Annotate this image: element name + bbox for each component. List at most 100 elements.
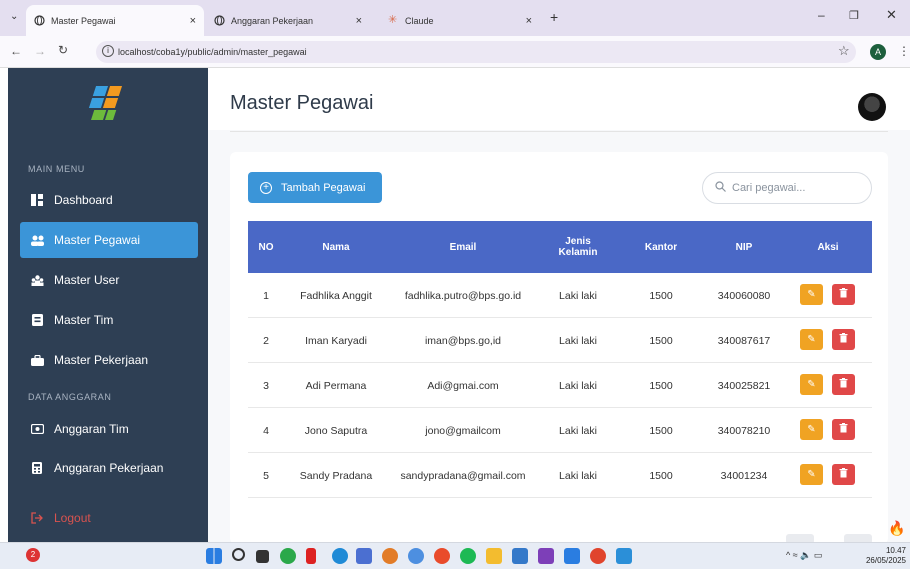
cell-kantor: 1500 <box>649 334 673 347</box>
sidebar-item-master-pegawai[interactable]: Master Pegawai <box>20 222 198 258</box>
cell-kantor: 1500 <box>649 289 673 302</box>
clock[interactable]: 10.47 26/05/2025 <box>866 546 906 566</box>
sidebar-item-master-user[interactable]: Master User <box>20 262 198 298</box>
flame-icon[interactable]: 🔥 <box>888 520 905 537</box>
chrome-icon[interactable] <box>434 548 450 564</box>
taskbar: 2 ^ ≈ 🔈 ▭ 10.47 26/05/2025 <box>0 542 910 569</box>
task-view-icon[interactable] <box>256 550 269 563</box>
tab-anggaran-pekerjaan[interactable]: Anggaran Pekerjaan × <box>206 5 376 36</box>
close-tab-icon[interactable]: × <box>356 15 362 27</box>
minimize-icon[interactable]: – <box>818 8 825 22</box>
close-window-icon[interactable]: ✕ <box>886 7 897 23</box>
sidebar-item-master-tim[interactable]: Master Tim <box>20 302 198 338</box>
spotify-icon[interactable] <box>460 548 476 564</box>
cell-no: 3 <box>263 379 269 392</box>
cell-nip: 340078210 <box>717 424 771 437</box>
notification-badge-icon[interactable]: 2 <box>26 548 40 562</box>
logout-link[interactable]: Logout <box>20 500 198 536</box>
profile-avatar[interactable]: A <box>870 44 886 60</box>
logout-icon <box>30 511 44 525</box>
firefox-icon[interactable] <box>382 548 398 564</box>
delete-button[interactable] <box>832 329 855 350</box>
app-icon[interactable] <box>408 548 424 564</box>
cell-no: 4 <box>263 424 269 437</box>
reload-icon[interactable]: ↻ <box>58 43 68 57</box>
search-taskbar-icon[interactable] <box>232 548 245 561</box>
briefcase-icon <box>30 353 44 367</box>
chrome-icon[interactable] <box>590 548 606 564</box>
close-tab-icon[interactable]: × <box>190 15 196 27</box>
sidebar-item-label: Master Pegawai <box>54 233 141 247</box>
cell-kantor: 1500 <box>649 424 673 437</box>
forward-icon[interactable]: → <box>34 44 46 58</box>
sidebar-item-dashboard[interactable]: Dashboard <box>20 182 198 218</box>
cell-email: sandypradana@gmail.com <box>400 469 526 482</box>
user-avatar[interactable] <box>858 93 886 121</box>
back-icon[interactable]: ← <box>10 44 22 58</box>
menu-kebab-icon[interactable]: ⋮ <box>898 44 910 58</box>
clock-date: 26/05/2025 <box>865 556 906 565</box>
edit-button[interactable]: ✎ <box>800 464 823 485</box>
page-header: Master Pegawai <box>208 68 910 130</box>
column-header-kantor: Kantor <box>644 241 678 253</box>
cell-jk: Laki laki <box>559 424 597 437</box>
sidebar-item-label: Anggaran Tim <box>54 422 129 436</box>
delete-button[interactable] <box>832 284 855 305</box>
data-anggaran-heading: DATA ANGGARAN <box>28 392 112 402</box>
windows-start-icon[interactable] <box>206 548 222 564</box>
main-menu-heading: MAIN MENU <box>28 164 85 174</box>
sidebar-item-anggaran-tim[interactable]: Anggaran Tim <box>20 411 198 447</box>
delete-button[interactable] <box>832 374 855 395</box>
team-icon <box>30 313 44 327</box>
edit-button[interactable]: ✎ <box>800 329 823 350</box>
cell-kantor: 1500 <box>649 379 673 392</box>
edit-button[interactable]: ✎ <box>800 374 823 395</box>
cell-nip: 340025821 <box>717 379 771 392</box>
search-employee-input[interactable]: Cari pegawai... <box>702 172 872 204</box>
close-tab-icon[interactable]: × <box>526 15 532 27</box>
vscode-icon[interactable] <box>564 548 580 564</box>
edit-button[interactable]: ✎ <box>800 419 823 440</box>
cell-nip: 340060080 <box>717 289 771 302</box>
bps-logo[interactable] <box>80 80 140 126</box>
site-info-icon[interactable]: i <box>102 45 114 57</box>
cell-email: fadhlika.putro@bps.go.id <box>404 289 522 302</box>
main-content: Master Pegawai + Tambah Pegawai Cari peg… <box>208 68 910 544</box>
cell-no: 1 <box>263 289 269 302</box>
restore-icon[interactable]: ❐ <box>849 9 859 22</box>
tab-master-pegawai[interactable]: Master Pegawai × <box>26 5 204 36</box>
search-icon <box>715 181 726 195</box>
table-header: NO Nama Email Jenis Kelamin Kantor NIP A… <box>248 221 872 273</box>
edge-icon[interactable] <box>332 548 348 564</box>
cell-email: Adi@gmai.com <box>427 379 499 392</box>
add-employee-button[interactable]: + Tambah Pegawai <box>248 172 382 203</box>
delete-button[interactable] <box>832 464 855 485</box>
whatsapp-icon[interactable] <box>280 548 296 564</box>
bookmark-star-icon[interactable]: ☆ <box>838 43 850 59</box>
claude-sparkle-icon: ✳ <box>388 14 398 26</box>
app-icon[interactable] <box>538 548 554 564</box>
money-icon <box>30 422 44 436</box>
edit-button[interactable]: ✎ <box>800 284 823 305</box>
netflix-icon[interactable] <box>306 548 316 564</box>
tab-title: Claude <box>405 15 434 26</box>
cell-jk: Laki laki <box>559 469 597 482</box>
pencil-icon: ✎ <box>807 379 816 390</box>
trash-icon <box>839 378 848 391</box>
store-icon[interactable] <box>512 548 528 564</box>
new-tab-button[interactable]: + <box>550 9 558 25</box>
teams-icon[interactable] <box>356 548 372 564</box>
sidebar-item-anggaran-pekerjaan[interactable]: Anggaran Pekerjaan <box>20 450 198 486</box>
sidebar-item-label: Dashboard <box>54 193 113 207</box>
pencil-icon: ✎ <box>807 334 816 345</box>
tab-claude[interactable]: ✳ Claude × <box>380 5 540 36</box>
tray-icons[interactable]: ^ ≈ 🔈 ▭ <box>786 550 822 561</box>
delete-button[interactable] <box>832 419 855 440</box>
sidebar-item-master-pekerjaan[interactable]: Master Pekerjaan <box>20 342 198 378</box>
file-explorer-icon[interactable] <box>486 548 502 564</box>
column-header-jenis-kelamin: Jenis Kelamin <box>558 236 598 258</box>
photos-icon[interactable] <box>616 548 632 564</box>
cell-email: jono@gmailcom <box>425 424 501 437</box>
url-field[interactable]: i localhost/coba1y/public/admin/master_p… <box>96 41 856 63</box>
tab-list-chevron-icon[interactable]: ⌄ <box>10 11 18 22</box>
